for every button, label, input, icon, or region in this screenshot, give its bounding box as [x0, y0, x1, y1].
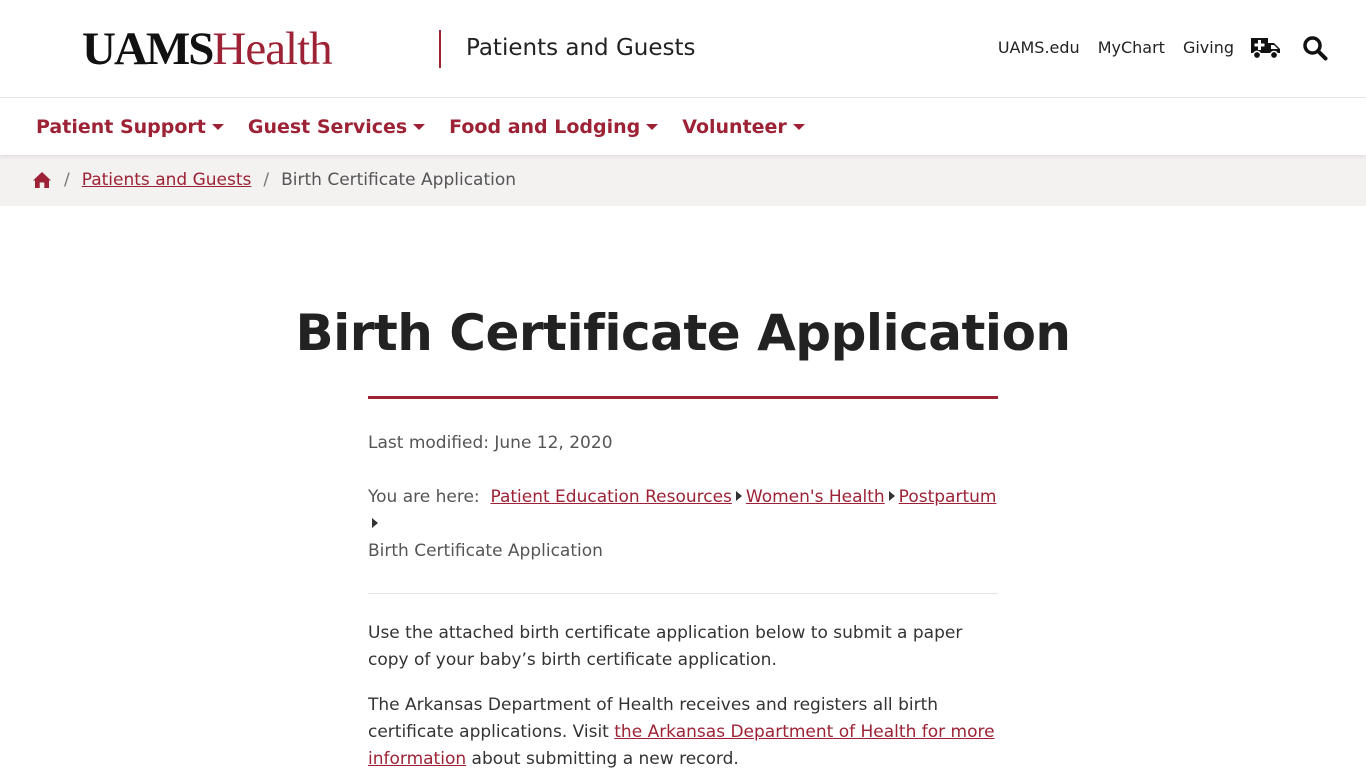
- nav-item-label: Food and Lodging: [449, 116, 641, 138]
- you-are-here-label: You are here:: [368, 487, 480, 507]
- caret-right-icon: [735, 491, 742, 501]
- utility-link-giving[interactable]: Giving: [1183, 37, 1234, 59]
- breadcrumb-bar: / Patients and Guests / Birth Certificat…: [0, 155, 1366, 206]
- ambulance-icon[interactable]: [1250, 32, 1282, 64]
- adh-paragraph: The Arkansas Department of Health receiv…: [368, 692, 998, 768]
- breadcrumb-separator: /: [64, 170, 70, 190]
- nav-item-patient-support[interactable]: Patient Support: [36, 114, 224, 140]
- main-content: Last modified: June 12, 2020 You are her…: [368, 430, 998, 768]
- caret-down-icon: [646, 124, 659, 130]
- home-icon[interactable]: [32, 171, 52, 189]
- title-divider: [368, 396, 998, 399]
- caret-right-icon: [372, 518, 378, 528]
- content-divider: [368, 593, 998, 594]
- nav-item-food-and-lodging[interactable]: Food and Lodging: [449, 114, 659, 140]
- breadcrumb-link-patients-and-guests[interactable]: Patients and Guests: [82, 169, 252, 191]
- caret-right-icon: [888, 491, 895, 501]
- breadcrumb-separator: /: [263, 170, 270, 190]
- nav-item-volunteer[interactable]: Volunteer: [682, 114, 805, 140]
- adh-paragraph-text-after: about submitting a new record.: [466, 749, 739, 768]
- caret-down-icon: [413, 124, 426, 130]
- trail-current: Birth Certificate Application: [368, 541, 603, 561]
- trail-link-postpartum[interactable]: Postpartum: [899, 487, 997, 507]
- you-are-here-trail: You are here: Patient Education Resource…: [368, 484, 998, 565]
- trail-link-patient-education-resources[interactable]: Patient Education Resources: [490, 487, 731, 507]
- main-nav: Patient Support Guest Services Food and …: [0, 99, 1366, 155]
- trail-link-womens-health[interactable]: Women's Health: [746, 487, 885, 507]
- logo-health-text: Health: [212, 23, 332, 75]
- utility-nav: UAMS.edu MyChart Giving: [998, 37, 1234, 59]
- caret-down-icon: [792, 124, 805, 130]
- intro-paragraph: Use the attached birth certificate appli…: [368, 623, 963, 670]
- utility-link-mychart[interactable]: MyChart: [1098, 37, 1165, 59]
- nav-item-label: Guest Services: [247, 116, 408, 138]
- logo-uams-text: UAMS: [82, 23, 214, 75]
- utility-link-uams-edu[interactable]: UAMS.edu: [998, 37, 1080, 59]
- site-header: UAMSHealth Patients and Guests UAMS.edu …: [0, 0, 1366, 98]
- breadcrumb: / Patients and Guests / Birth Certificat…: [32, 169, 516, 191]
- search-icon[interactable]: [1299, 32, 1331, 64]
- uams-health-logo[interactable]: UAMSHealth: [82, 23, 333, 75]
- section-title[interactable]: Patients and Guests: [466, 33, 696, 63]
- last-modified: Last modified: June 12, 2020: [368, 433, 613, 453]
- nav-item-label: Patient Support: [36, 116, 206, 138]
- caret-down-icon: [211, 124, 224, 130]
- header-divider: [439, 30, 441, 68]
- breadcrumb-current: Birth Certificate Application: [281, 170, 517, 190]
- nav-item-guest-services[interactable]: Guest Services: [247, 114, 426, 140]
- nav-item-label: Volunteer: [682, 116, 787, 138]
- page-title: Birth Certificate Application: [295, 304, 1071, 362]
